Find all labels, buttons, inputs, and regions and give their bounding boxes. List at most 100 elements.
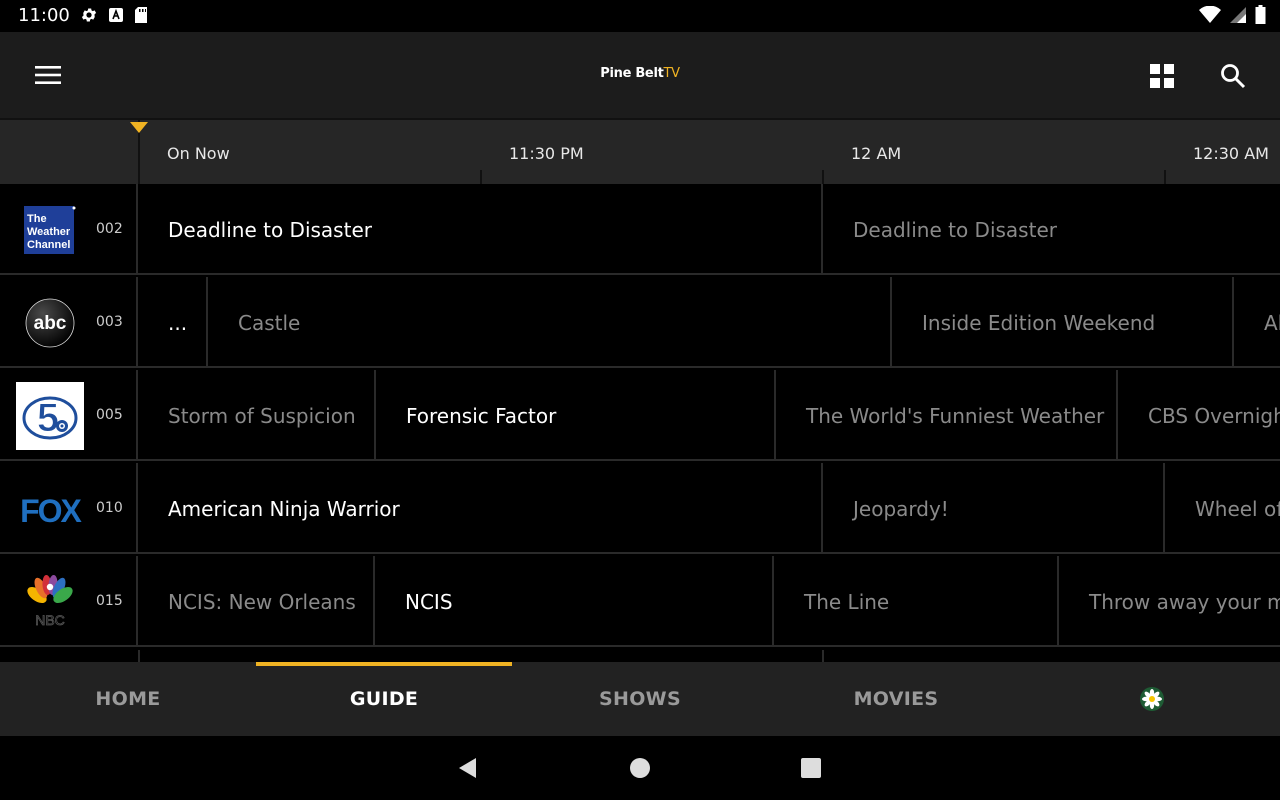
channel-cell[interactable]: 5 005 (0, 370, 138, 461)
abc-logo: abc (16, 289, 84, 357)
tab-home[interactable]: HOME (0, 662, 256, 736)
program-cell[interactable]: NCIS: New Orleans (138, 556, 375, 647)
status-bar: 11:00 (0, 0, 1280, 32)
app-bar: Pine BeltTV (0, 32, 1280, 118)
app-logo-main: Pine Belt (600, 66, 664, 81)
channel-row: abc 003 ... Castle Inside Edition Weeken… (0, 277, 1280, 368)
tab-guide[interactable]: GUIDE (256, 662, 512, 736)
program-cell[interactable]: Inside Edition Weekend (892, 277, 1234, 368)
program-cell[interactable]: The World's Funniest Weather (776, 370, 1118, 461)
channel-number: 003 (96, 314, 123, 330)
guide-grid: The Weather Channel 002 Deadline to Disa… (0, 184, 1280, 662)
program-title: The World's Funniest Weather (806, 404, 1105, 428)
time-label-now: On Now (167, 144, 230, 163)
channel-cell[interactable]: FOX 010 (0, 463, 138, 554)
program-cell[interactable]: American Ninja Warrior (138, 463, 823, 554)
back-icon[interactable] (456, 756, 480, 780)
status-left-icons (80, 6, 148, 24)
program-title: Throw away your ma (1089, 590, 1280, 614)
program-title: Jeopardy! (853, 497, 949, 521)
bottom-nav: HOME GUIDE SHOWS MOVIES (0, 662, 1280, 736)
time-header: On Now 11:30 PM 12 AM 12:30 AM (0, 118, 1280, 184)
search-icon[interactable] (1219, 62, 1247, 90)
svg-text:FOX: FOX (20, 493, 82, 526)
fox-logo: FOX (16, 475, 84, 543)
program-title: ... (168, 311, 188, 335)
program-title: NCIS: New Orleans (168, 590, 356, 614)
svg-text:Channel: Channel (27, 239, 70, 251)
program-title: Storm of Suspicion (168, 404, 356, 428)
tab-movies[interactable]: MOVIES (768, 662, 1024, 736)
battery-icon (1255, 5, 1266, 24)
time-label-1230am: 12:30 AM (1193, 144, 1269, 163)
font-icon (109, 8, 123, 22)
program-cell[interactable]: Throw away your ma (1059, 556, 1280, 647)
program-title: American Ninja Warrior (168, 497, 400, 521)
system-nav-bar (0, 736, 1280, 800)
status-right-icons (1199, 5, 1266, 24)
time-tick (822, 170, 824, 184)
svg-text:5: 5 (37, 396, 59, 440)
channel-row-partial (0, 650, 1280, 662)
program-title: CBS Overnight (1148, 404, 1280, 428)
daisy-icon (1140, 687, 1164, 711)
program-cell[interactable]: Deadline to Disaster (138, 184, 823, 275)
program-title: The Line (804, 590, 890, 614)
tab-shows[interactable]: SHOWS (512, 662, 768, 736)
time-header-corner (0, 120, 138, 184)
program-title: Deadline to Disaster (168, 218, 372, 242)
svg-text:Weather: Weather (27, 226, 71, 238)
program-cell[interactable]: NCIS (375, 556, 774, 647)
svg-text:The: The (27, 213, 47, 225)
program-cell[interactable]: Deadline to Disaster (823, 184, 1280, 275)
wifi-icon (1199, 5, 1221, 23)
time-label-12am: 12 AM (851, 144, 902, 163)
program-cell[interactable]: The Line (774, 556, 1059, 647)
status-time: 11:00 (18, 5, 70, 26)
settings-icon (81, 8, 97, 22)
program-cell[interactable]: ... (138, 277, 208, 368)
channel-cell[interactable]: NBC 015 (0, 556, 138, 647)
program-title: Inside Edition Weekend (922, 311, 1156, 335)
wdam-5-logo: 5 (16, 382, 84, 450)
channel-number: 002 (96, 221, 123, 237)
time-tick (480, 170, 482, 184)
svg-text:NBC: NBC (35, 612, 65, 628)
app-logo-tv: TV (663, 66, 681, 81)
channel-row: 5 005 Storm of Suspicion Forensic Factor… (0, 370, 1280, 461)
channel-number: 005 (96, 407, 123, 423)
tab-profile[interactable] (1024, 662, 1280, 736)
program-cell[interactable]: Al (1234, 277, 1280, 368)
home-icon[interactable] (628, 756, 652, 780)
grid-view-icon[interactable] (1148, 62, 1176, 90)
time-tick (1164, 170, 1166, 184)
program-cell[interactable]: Jeopardy! (823, 463, 1165, 554)
nbc-logo: NBC (16, 568, 84, 636)
channel-row: FOX 010 American Ninja Warrior Jeopardy!… (0, 463, 1280, 554)
program-cell[interactable]: CBS Overnight (1118, 370, 1280, 461)
program-cell[interactable]: Wheel of (1165, 463, 1280, 554)
program-cell[interactable]: Castle (208, 277, 892, 368)
channel-row: The Weather Channel 002 Deadline to Disa… (0, 184, 1280, 275)
program-title: NCIS (405, 590, 453, 614)
channel-number: 015 (96, 593, 123, 609)
sd-card-icon (135, 7, 147, 23)
recents-icon[interactable] (799, 756, 823, 780)
program-title: Castle (238, 311, 301, 335)
app-logo: Pine BeltTV (0, 66, 1280, 81)
program-title: Al (1264, 311, 1280, 335)
now-marker-icon (130, 122, 148, 133)
program-cell[interactable]: Storm of Suspicion (138, 370, 376, 461)
program-title: Deadline to Disaster (853, 218, 1057, 242)
channel-row: NBC 015 NCIS: New Orleans NCIS The Line … (0, 556, 1280, 647)
signal-icon (1230, 6, 1246, 23)
channel-cell[interactable]: The Weather Channel 002 (0, 184, 138, 275)
channel-number: 010 (96, 500, 123, 516)
svg-text:abc: abc (34, 313, 67, 334)
program-cell[interactable]: Forensic Factor (376, 370, 776, 461)
weather-channel-logo: The Weather Channel (16, 196, 84, 264)
time-label-1130: 11:30 PM (509, 144, 584, 163)
program-title: Wheel of (1195, 497, 1280, 521)
channel-cell[interactable]: abc 003 (0, 277, 138, 368)
program-title: Forensic Factor (406, 404, 557, 428)
